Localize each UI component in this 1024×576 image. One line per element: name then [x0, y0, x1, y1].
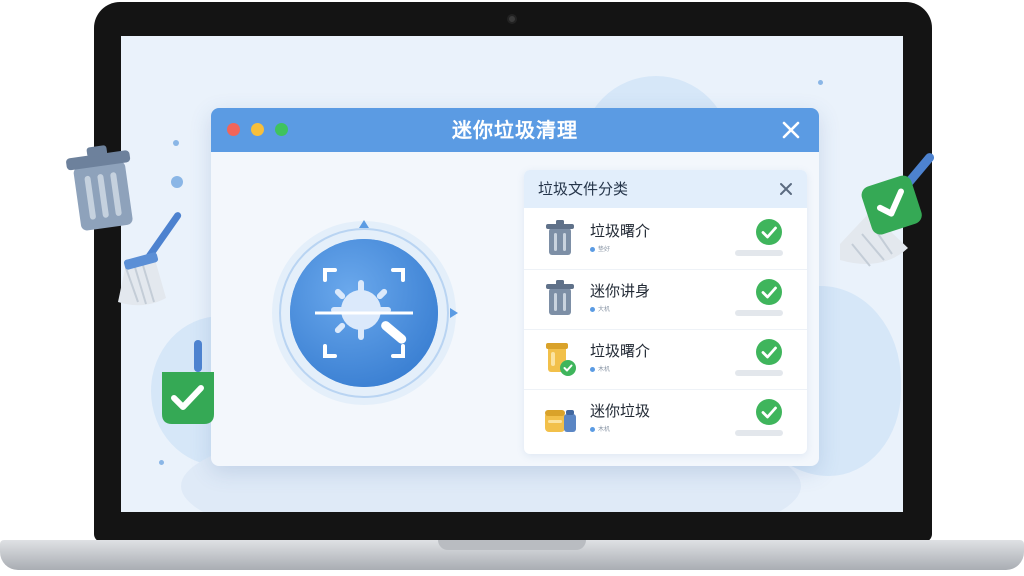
row-meta: 木机: [590, 424, 610, 433]
list-item[interactable]: 迷你讲身 大机: [524, 270, 807, 330]
check-circle-icon[interactable]: [755, 398, 783, 426]
check-circle-icon[interactable]: [755, 278, 783, 306]
close-icon[interactable]: [777, 180, 795, 198]
row-meta: 大机: [590, 304, 610, 313]
decor-dot: [171, 176, 183, 188]
progress-bar: [735, 310, 783, 316]
progress-bar: [735, 370, 783, 376]
row-label: 垃圾曙介: [590, 342, 651, 360]
stage: 迷你垃圾清理 垃圾文件分类 垃圾曙介 垫好 迷你讲身 大机 垃圾曙介 木机 迷你…: [0, 0, 1024, 576]
broom-icon: [118, 212, 182, 306]
list-item[interactable]: 迷你垃圾 木机: [524, 390, 807, 450]
cache-jar-icon: [546, 343, 576, 376]
decor-dot: [818, 80, 823, 85]
panel-title: 垃圾文件分类: [538, 180, 629, 198]
check-circle-icon[interactable]: [755, 218, 783, 246]
brush-icon: [840, 153, 935, 267]
webcam-icon: [507, 14, 517, 24]
clean-badge-icon: [162, 340, 214, 424]
decor-dot: [173, 140, 179, 146]
category-panel: 垃圾文件分类 垃圾曙介 垫好 迷你讲身 大机 垃圾曙介 木机 迷你垃圾 木机: [524, 170, 807, 454]
row-label: 迷你垃圾: [590, 402, 651, 420]
row-meta: 木机: [590, 364, 610, 373]
list-item[interactable]: 垃圾曙介 垫好: [524, 210, 807, 270]
app-title: 迷你垃圾清理: [452, 118, 578, 142]
panel-header: 垃圾文件分类: [524, 170, 807, 208]
close-icon[interactable]: [777, 116, 805, 144]
row-label: 垃圾曙介: [590, 222, 651, 240]
row-label: 迷你讲身: [590, 282, 651, 300]
title-bar: 迷你垃圾清理: [211, 108, 819, 152]
trash-can-icon: [546, 280, 574, 315]
list-item[interactable]: 垃圾曙介 木机: [524, 330, 807, 390]
decor-dot: [159, 460, 164, 465]
progress-bar: [735, 250, 783, 256]
check-circle-icon[interactable]: [755, 338, 783, 366]
row-meta: 垫好: [590, 244, 610, 253]
laptop-notch: [438, 540, 586, 550]
progress-bar: [735, 430, 783, 436]
app-window: 迷你垃圾清理 垃圾文件分类 垃圾曙介 垫好 迷你讲身 大机 垃圾曙介 木机 迷你…: [211, 108, 819, 466]
scan-graphic: [272, 220, 458, 405]
trash-can-icon: [546, 220, 574, 255]
storage-jar-icon: [545, 410, 576, 432]
